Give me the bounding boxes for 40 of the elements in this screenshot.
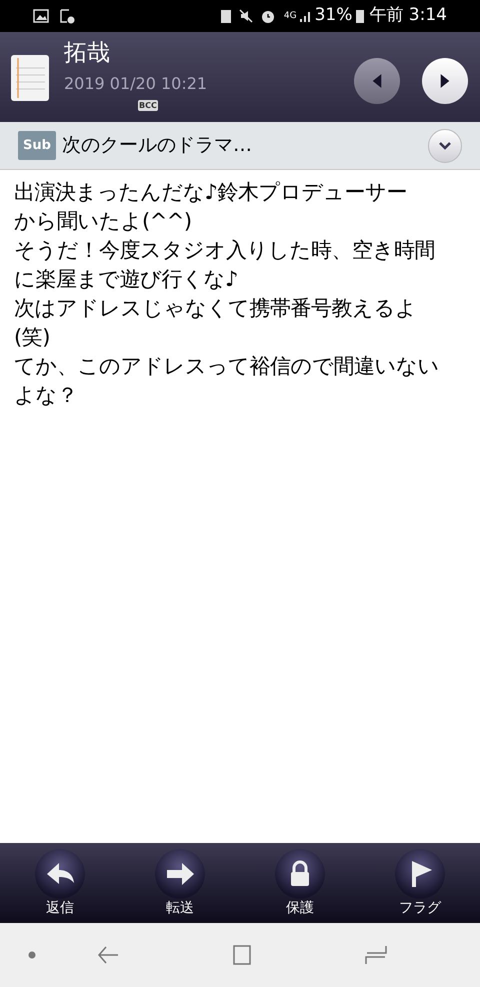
previous-button[interactable]	[354, 58, 400, 104]
right-triangle-icon	[439, 73, 451, 89]
dot-icon	[28, 951, 36, 959]
flag-icon	[395, 849, 445, 899]
message-line: に楽屋まで遊び行くな♪	[14, 266, 238, 293]
lock-icon	[275, 849, 325, 899]
alarm-icon	[260, 8, 276, 24]
recents-icon[interactable]	[364, 943, 388, 967]
subject-text: 次のクールのドラマ…	[62, 133, 252, 158]
expand-button[interactable]	[428, 128, 462, 162]
message-line: (笑)	[14, 324, 50, 351]
message-line: よな？	[14, 382, 78, 409]
message-line: 出演決まったんだな♪鈴木プロデューサー	[14, 179, 407, 206]
next-button[interactable]	[422, 58, 468, 104]
bcc-tag: BCC	[138, 100, 158, 111]
chevron-down-icon	[438, 140, 452, 150]
battery-saver-icon	[220, 8, 232, 24]
sender-name: 拓哉	[64, 39, 111, 68]
screenshot-icon	[59, 8, 75, 24]
subject-tag: Sub	[18, 131, 56, 160]
message-line: そうだ！今度スタジオ入りした時、空き時間	[14, 237, 435, 264]
message-line: 次はアドレスじゃなくて携帯番号教えるよ	[14, 295, 416, 322]
action-button[interactable]: 保護	[274, 849, 326, 917]
battery-icon	[355, 8, 366, 24]
reply-icon	[35, 849, 85, 899]
left-triangle-icon	[371, 73, 383, 89]
message-date: 2019 01/20 10:21	[64, 73, 208, 95]
notepad-icon	[10, 54, 50, 102]
forward-icon	[155, 849, 205, 899]
signal-icon	[298, 9, 313, 23]
action-button[interactable]: 返信	[34, 849, 86, 917]
battery-percent: 31%	[314, 4, 352, 28]
network-type: 4G	[284, 12, 297, 20]
action-button[interactable]: フラグ	[394, 849, 446, 917]
message-line: から聞いたよ(^^)	[14, 208, 192, 235]
mute-icon	[238, 8, 254, 24]
image-icon	[33, 9, 49, 23]
message-line: てか、このアドレスって裕信ので間違いない	[14, 353, 439, 380]
action-button[interactable]: 転送	[154, 849, 206, 917]
clock: 午前 3:14	[369, 4, 447, 28]
